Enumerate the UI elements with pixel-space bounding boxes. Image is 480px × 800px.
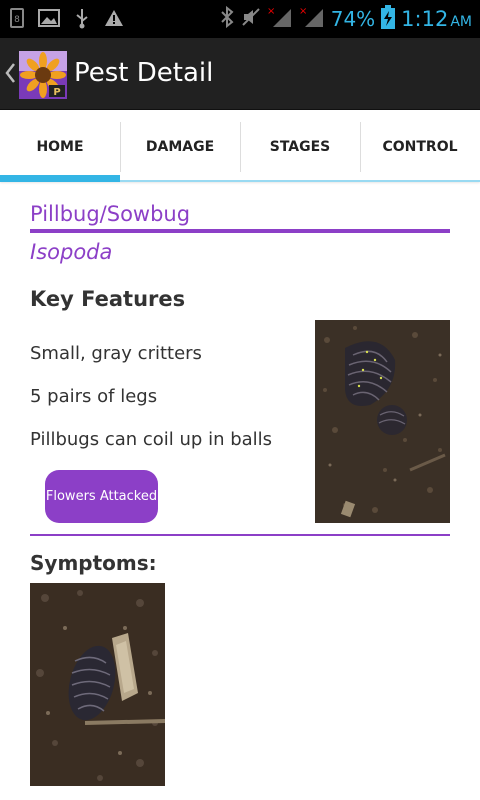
signal-icon-2: ×	[299, 5, 325, 33]
tab-control-label: CONTROL	[382, 139, 458, 155]
tab-stages-label: STAGES	[269, 139, 331, 155]
title-divider	[30, 229, 450, 233]
tab-stages-indicator	[240, 180, 360, 182]
svg-text:×: ×	[299, 6, 307, 17]
bluetooth-icon	[219, 5, 235, 33]
tab-damage-indicator	[120, 180, 240, 182]
pest-common-name: Pillbug/Sowbug	[30, 202, 191, 226]
tab-home[interactable]: HOME	[0, 110, 120, 182]
tab-stages[interactable]: STAGES	[240, 110, 360, 182]
status-bar: 8 × × 74% 1:12 AM	[0, 0, 480, 38]
tab-home-indicator	[0, 175, 120, 182]
tab-bar: HOME DAMAGE STAGES CONTROL	[0, 110, 480, 182]
tab-damage-label: DAMAGE	[145, 139, 215, 155]
svg-text:×: ×	[267, 6, 275, 17]
tab-home-label: HOME	[36, 139, 84, 155]
tab-control-indicator	[360, 180, 480, 182]
tab-control[interactable]: CONTROL	[360, 110, 480, 182]
mute-icon	[241, 7, 261, 31]
pest-scientific-name: Isopoda	[30, 240, 113, 264]
image-icon	[38, 9, 60, 31]
sim-icon: 8	[10, 8, 24, 32]
app-logo-icon[interactable]: P	[19, 51, 67, 99]
clock-time: 1:12	[401, 7, 449, 31]
section-divider	[30, 534, 450, 536]
symptoms-title: Symptoms:	[30, 551, 157, 575]
tab-damage[interactable]: DAMAGE	[120, 110, 240, 182]
feature-item: Small, gray critters	[30, 343, 202, 364]
clock: 1:12 AM	[401, 7, 472, 31]
warning-icon	[104, 9, 124, 31]
svg-text:8: 8	[14, 15, 20, 25]
feature-item: 5 pairs of legs	[30, 386, 158, 407]
pest-photo[interactable]	[315, 320, 450, 523]
action-bar: P Pest Detail	[0, 38, 480, 110]
page-title: Pest Detail	[74, 58, 214, 88]
battery-charging-icon	[381, 5, 396, 33]
usb-icon	[74, 7, 90, 33]
battery-percent: 74%	[330, 7, 376, 31]
svg-text:P: P	[53, 87, 60, 98]
key-features-title: Key Features	[30, 287, 186, 311]
feature-item: Pillbugs can coil up in balls	[30, 429, 273, 450]
symptom-photo[interactable]	[30, 583, 165, 786]
clock-ampm: AM	[450, 14, 472, 30]
back-chevron-icon[interactable]	[4, 61, 16, 89]
signal-icon-1: ×	[267, 5, 293, 33]
flowers-attacked-button[interactable]: Flowers Attacked	[45, 470, 158, 523]
